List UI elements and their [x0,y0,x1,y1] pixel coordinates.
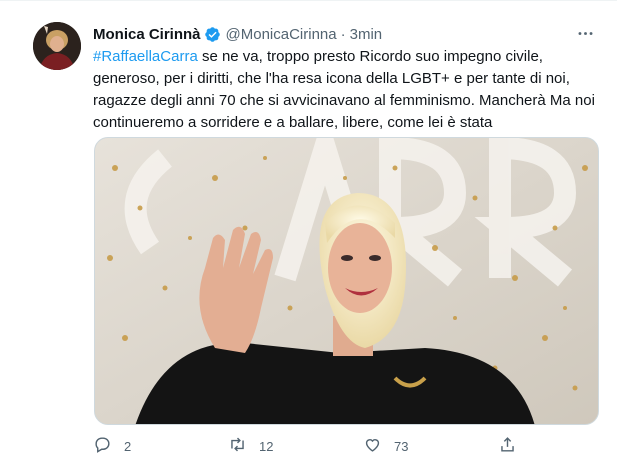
tweet-actions: 2 12 73 [93,430,608,462]
tweet-photo[interactable] [94,137,599,425]
reply-count: 2 [124,438,132,454]
tweet-text: #RaffaellaCarra se ne va, troppo presto … [93,46,608,134]
hashtag-link[interactable]: #RaffaellaCarra [93,48,198,65]
verified-badge-icon [204,26,221,43]
retweet-icon [228,435,247,457]
tweet-header: Monica Cirinnà @MonicaCirinna · 3min [93,23,382,45]
author-name[interactable]: Monica Cirinnà [93,26,201,43]
timestamp[interactable]: 3min [350,26,383,43]
reply-icon [93,435,112,457]
author-handle[interactable]: @MonicaCirinna [226,26,337,43]
separator-dot: · [340,25,346,43]
like-button[interactable]: 73 [363,430,408,462]
more-icon[interactable] [572,20,598,46]
share-icon [498,435,517,457]
avatar[interactable] [33,22,81,70]
like-icon [363,435,382,457]
reply-button[interactable]: 2 [93,430,131,462]
retweet-button[interactable]: 12 [228,430,273,462]
share-button[interactable] [498,430,517,462]
tweet[interactable]: Monica Cirinnà @MonicaCirinna · 3min #Ra… [0,0,617,466]
divider [0,0,617,1]
retweet-count: 12 [259,438,274,454]
like-count: 73 [394,438,409,454]
